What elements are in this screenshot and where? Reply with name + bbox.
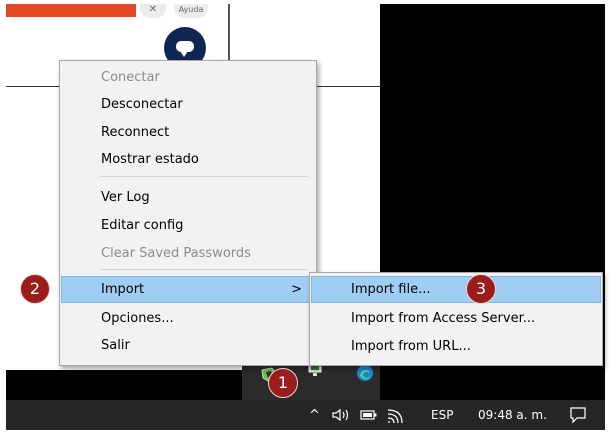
language-indicator[interactable]: ESP (431, 407, 453, 423)
menu-item-opciones[interactable]: Opciones... (61, 305, 315, 332)
menu-item-desconectar[interactable]: Desconectar (61, 91, 315, 118)
import-submenu: Import file... Import from Access Server… (309, 272, 603, 366)
step-badge-3: 3 (466, 274, 496, 304)
app-accent-strip (6, 4, 136, 17)
menu-separator (100, 176, 308, 177)
clock[interactable]: 09:48 a. m. (478, 407, 547, 423)
submenu-item-import-access-server[interactable]: Import from Access Server... (311, 305, 601, 332)
submenu-item-import-url[interactable]: Import from URL... (311, 333, 601, 360)
app-close-mini-button[interactable]: ✕ (140, 4, 166, 18)
submenu-item-import-file[interactable]: Import file... (311, 276, 601, 303)
chevron-up-icon[interactable]: ^ (309, 408, 320, 424)
app-help-mini-button[interactable]: Ayuda (174, 4, 208, 18)
menu-item-editar-config[interactable]: Editar config (61, 212, 315, 239)
action-center-icon[interactable] (569, 406, 587, 424)
battery-icon[interactable] (360, 409, 378, 421)
menu-separator (100, 269, 308, 270)
taskbar: ^ ESP 09:48 a. m. (6, 400, 605, 430)
edge-browser-icon[interactable] (356, 364, 374, 382)
submenu-arrow-icon: > (291, 282, 302, 297)
menu-item-conectar[interactable]: Conectar (61, 64, 315, 91)
menu-item-salir[interactable]: Salir (61, 332, 315, 359)
menu-item-import[interactable]: Import > (61, 276, 315, 303)
menu-item-ver-log[interactable]: Ver Log (61, 184, 315, 211)
speaker-icon[interactable] (332, 408, 352, 422)
step-badge-2: 2 (20, 274, 50, 304)
menu-item-clear-saved-passwords[interactable]: Clear Saved Passwords (61, 240, 315, 267)
menu-item-mostrar-estado[interactable]: Mostrar estado (61, 146, 315, 173)
menu-item-reconnect[interactable]: Reconnect (61, 119, 315, 146)
openvpn-context-menu: Conectar Desconectar Reconnect Mostrar e… (59, 60, 317, 366)
step-badge-1: 1 (268, 368, 298, 398)
menu-item-import-label: Import (101, 282, 145, 297)
wifi-icon[interactable] (386, 408, 404, 424)
